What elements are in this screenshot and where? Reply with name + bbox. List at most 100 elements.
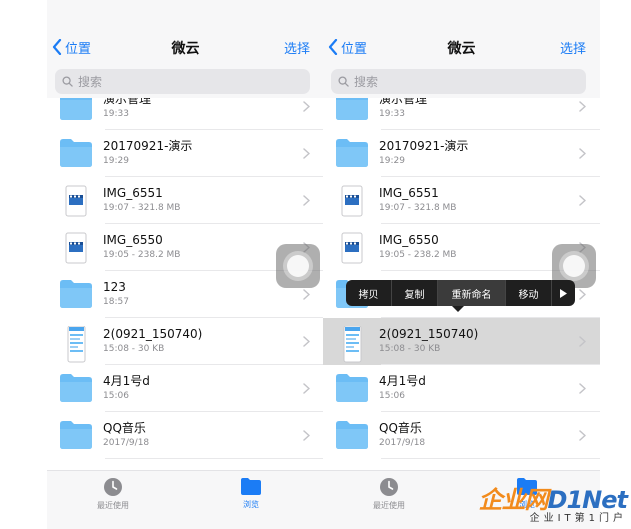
list-item[interactable]: IMG_6551 19:07 - 321.8 MB: [323, 177, 600, 224]
folder-icon: [59, 279, 93, 311]
watermark-brand-b: D1Net: [547, 486, 628, 514]
folder-icon: [335, 420, 369, 452]
assistive-touch-ring: [283, 251, 313, 281]
menu-item-copy[interactable]: 拷贝: [346, 280, 392, 306]
screenshot-thumbnail-icon: [59, 325, 93, 363]
file-name: 20170921-演示: [379, 139, 469, 153]
watermark-logo: 企业网D1Net 企业IT第1门户: [467, 486, 628, 527]
tab-bar: 最近使用 浏览: [47, 470, 324, 529]
row-divider: [105, 458, 324, 459]
list-item[interactable]: 4月1号d 15:06: [47, 365, 324, 412]
list-item[interactable]: 2(0921_150740) 15:08 - 30 KB: [47, 318, 324, 365]
menu-item-move[interactable]: 移动: [506, 280, 552, 306]
file-name: 4月1号d: [103, 374, 150, 388]
chevron-right-icon: [579, 195, 586, 206]
file-meta: 19:29: [103, 156, 129, 166]
list-item-text: 2(0921_150740) 15:08 - 30 KB: [379, 327, 478, 355]
list-item[interactable]: 20170921-演示 19:29: [323, 130, 600, 177]
file-meta: 15:08 - 30 KB: [103, 344, 165, 354]
chevron-right-icon: [303, 336, 310, 347]
folder-icon: [59, 98, 93, 123]
file-name: IMG_6551: [103, 186, 163, 200]
list-item-text: 20170921-演示 19:29: [379, 139, 468, 167]
file-name: 演示管理: [379, 98, 428, 106]
folder-icon: [59, 420, 93, 452]
clock-icon: [380, 478, 398, 496]
phone-screen-right: 位置 微云 选择 搜索 演示管理 19:33 20170921-演示 19:29 IMG…: [323, 0, 600, 529]
list-item-text: IMG_6550 19:05 - 238.2 MB: [103, 233, 180, 261]
file-name: IMG_6550: [103, 233, 163, 247]
back-label: 位置: [341, 41, 368, 57]
list-item-text: 20170921-演示 19:29: [103, 139, 192, 167]
watermark-brand-a: 企业网: [478, 486, 549, 514]
triangle-right-icon: [560, 288, 567, 298]
list-item[interactable]: QQ音乐 2017/9/18: [323, 412, 600, 459]
list-item-text: QQ音乐 2017/9/18: [379, 421, 425, 449]
file-meta: 19:07 - 321.8 MB: [103, 203, 181, 213]
tab-recent-label: 最近使用: [373, 501, 405, 510]
chevron-right-icon: [303, 101, 310, 112]
video-file-icon: [335, 185, 369, 217]
file-name: 2(0921_150740): [379, 327, 479, 341]
file-meta: 2017/9/18: [103, 438, 150, 448]
chevron-right-icon: [579, 101, 586, 112]
video-file-icon: [59, 185, 93, 217]
search-input[interactable]: 搜索: [331, 69, 586, 94]
tab-browse[interactable]: 浏览: [211, 477, 291, 510]
search-bar: 搜索: [47, 62, 324, 98]
back-button[interactable]: 位置: [328, 37, 367, 57]
navigation-bar: 位置 微云 选择: [47, 0, 324, 62]
assistive-touch-dot: [563, 255, 585, 277]
file-meta: 19:33: [379, 109, 405, 119]
list-item-text: 演示管理 19:33: [103, 98, 151, 120]
back-button[interactable]: 位置: [52, 37, 91, 57]
list-item[interactable]: 2(0921_150740) 15:08 - 30 KB: [323, 318, 600, 365]
tab-recent[interactable]: 最近使用: [73, 477, 153, 511]
context-menu: 拷贝 复制 重新命名 移动: [346, 280, 575, 306]
list-item[interactable]: 4月1号d 15:06: [323, 365, 600, 412]
search-icon: [338, 76, 349, 87]
chevron-right-icon: [303, 195, 310, 206]
tab-recent[interactable]: 最近使用: [349, 477, 429, 511]
search-bar: 搜索: [323, 62, 600, 98]
list-item-text: 2(0921_150740) 15:08 - 30 KB: [103, 327, 202, 355]
menu-item-duplicate[interactable]: 复制: [392, 280, 438, 306]
file-meta: 15:06: [379, 391, 405, 401]
row-divider: [381, 458, 600, 459]
chevron-left-icon: [328, 39, 338, 55]
navigation-bar: 位置 微云 选择: [323, 0, 600, 62]
select-button[interactable]: 选择: [284, 38, 310, 57]
file-meta: 19:07 - 321.8 MB: [379, 203, 457, 213]
video-file-icon: [59, 232, 93, 264]
list-item[interactable]: 20170921-演示 19:29: [47, 130, 324, 177]
file-meta: 19:33: [103, 109, 129, 119]
chevron-left-icon: [52, 39, 62, 55]
chevron-right-icon: [303, 289, 310, 300]
chevron-right-icon: [579, 336, 586, 347]
search-placeholder: 搜索: [78, 75, 103, 89]
file-meta: 19:29: [379, 156, 405, 166]
chevron-right-icon: [303, 383, 310, 394]
list-item-text: QQ音乐 2017/9/18: [103, 421, 149, 449]
chevron-right-icon: [579, 289, 586, 300]
list-item-text: IMG_6550 19:05 - 238.2 MB: [379, 233, 456, 261]
assistive-touch-button[interactable]: [276, 244, 320, 288]
select-button[interactable]: 选择: [560, 38, 586, 57]
list-item[interactable]: 演示管理 19:33: [323, 98, 600, 130]
file-meta: 15:08 - 30 KB: [379, 344, 441, 354]
menu-item-rename[interactable]: 重新命名: [438, 280, 506, 306]
file-meta: 19:05 - 238.2 MB: [103, 250, 181, 260]
search-input[interactable]: 搜索: [55, 69, 310, 94]
file-name: QQ音乐: [103, 421, 146, 435]
file-meta: 2017/9/18: [379, 438, 426, 448]
clock-icon: [104, 478, 122, 496]
watermark-tagline: 企业IT第1门户: [529, 513, 627, 524]
assistive-touch-dot: [287, 255, 309, 277]
menu-more-button[interactable]: [552, 280, 575, 306]
back-label: 位置: [65, 41, 92, 57]
list-item[interactable]: 演示管理 19:33: [47, 98, 324, 130]
folder-icon: [335, 98, 369, 123]
context-menu-pointer: [452, 306, 464, 312]
list-item[interactable]: IMG_6551 19:07 - 321.8 MB: [47, 177, 324, 224]
list-item[interactable]: QQ音乐 2017/9/18: [47, 412, 324, 459]
